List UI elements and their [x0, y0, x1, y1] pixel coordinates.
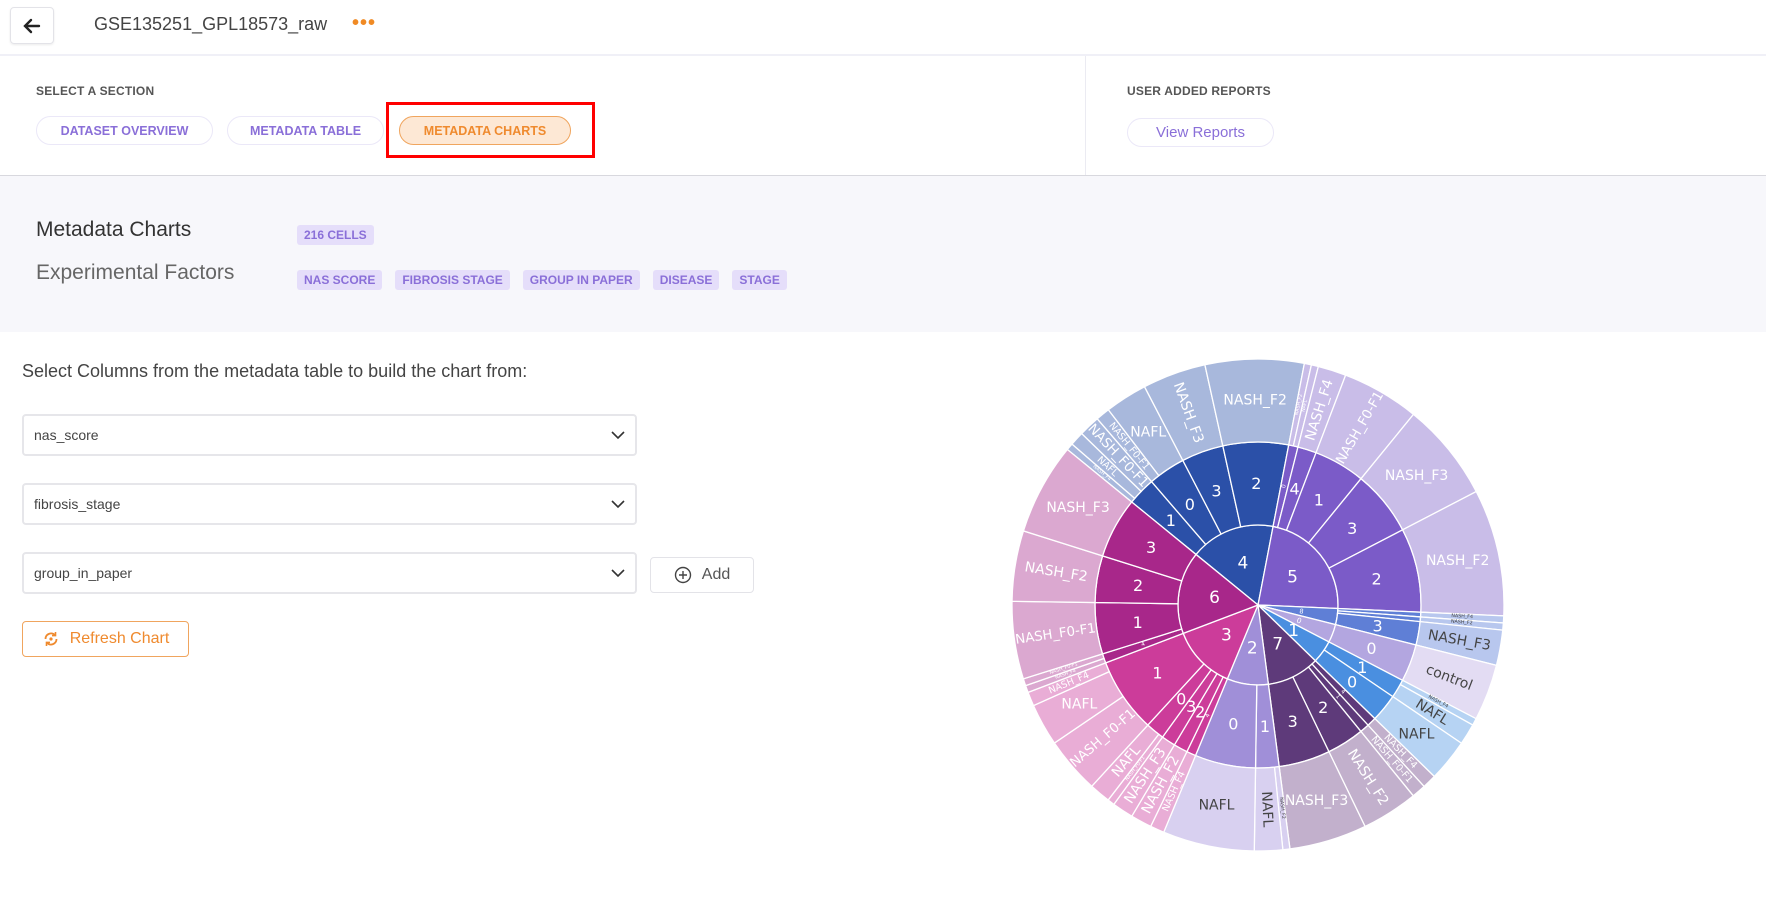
segment-label: 2 [1195, 702, 1205, 721]
column-select-2[interactable]: fibrosis_stage [22, 483, 637, 525]
segment-label: NAFL [1258, 791, 1276, 828]
segment-label: 3 [1146, 538, 1156, 557]
tab-metadata-table[interactable]: METADATA TABLE [227, 116, 384, 145]
cells-badge: 216 CELLS [297, 225, 374, 245]
segment-label: 1 [1357, 658, 1367, 677]
back-button[interactable] [10, 7, 54, 44]
ellipsis-icon[interactable]: ••• [352, 12, 376, 35]
segment-label: NASH_F2 [1426, 553, 1489, 569]
factor-badge: STAGE [732, 270, 787, 290]
segment-label: 3 [1373, 617, 1383, 636]
column-select-3[interactable]: group_in_paper [22, 552, 637, 594]
factor-badge: DISEASE [652, 270, 720, 290]
segment-label: 3 [1211, 481, 1221, 500]
arrow-left-icon [23, 18, 41, 33]
plus-circle-icon [674, 566, 691, 584]
segment-label: 2 [1251, 474, 1261, 493]
reports-label: USER ADDED REPORTS [1127, 84, 1271, 98]
add-label: Add [701, 566, 731, 583]
factor-badge: GROUP IN PAPER [522, 270, 640, 290]
segment-label: NAFL [1130, 424, 1166, 440]
segment-label: NASH_F3 [1385, 468, 1448, 484]
segment-label: 4 [1238, 554, 1249, 574]
builder-prompt: Select Columns from the metadata table t… [22, 361, 528, 381]
column-select-1[interactable]: nas_score [22, 414, 637, 456]
segment-label: 4 [1290, 480, 1300, 499]
dataset-title: GSE135251_GPL18573_raw [94, 14, 328, 34]
segment-label: 0 [1185, 495, 1195, 514]
segment-label: NAFL [1399, 726, 1435, 742]
segment-label: 2 [1133, 576, 1143, 595]
segment-label: 6 [1209, 588, 1220, 608]
segment-label: 3 [1221, 626, 1232, 646]
segment-label: 1 [1314, 490, 1324, 509]
segment-label: 0 [1228, 714, 1238, 733]
factor-badge: FIBROSIS STAGE [395, 270, 510, 290]
segment-label: 1 [1260, 717, 1270, 736]
segment-label: 0 [1176, 690, 1186, 709]
factor-badge: NAS SCORE [297, 270, 383, 290]
segment-label: 2 [1372, 569, 1382, 588]
select-value: nas_score [34, 427, 99, 443]
summary-panel [0, 175, 1766, 332]
segment-label: 2 [1318, 698, 1328, 717]
segment-label: NASH_F3 [1046, 500, 1109, 516]
segment-label: 1 [1133, 613, 1143, 632]
segment-label: 5 [1287, 568, 1298, 588]
add-column-button[interactable]: Add [650, 557, 754, 593]
refresh-label: Refresh Chart [69, 630, 170, 647]
page-title: Metadata Charts [36, 218, 192, 241]
segment-label: 1 [1288, 621, 1299, 641]
segment-label: 3 [1288, 712, 1298, 731]
segment-label: 1 [1166, 511, 1176, 530]
segment-label: 0 [1366, 639, 1376, 658]
segment-label: 1 [1152, 664, 1162, 683]
refresh-chart-button[interactable]: Refresh Chart [22, 621, 189, 657]
segment-label: NASH_F2 [1223, 393, 1286, 409]
factor-badges: NAS SCORE FIBROSIS STAGE GROUP IN PAPER … [297, 270, 787, 290]
segment-label: NAFL [1061, 697, 1097, 713]
chevron-down-icon [611, 569, 625, 578]
section-label: SELECT A SECTION [36, 84, 155, 98]
divider [1085, 56, 1086, 175]
chevron-down-icon [611, 500, 625, 509]
segment-label: 2 [1247, 639, 1258, 659]
sunburst-chart[interactable]: 41NASH_F4NAFLNASH_F0-F10NASH_F0-F1NAFL3N… [1000, 350, 1520, 870]
chevron-down-icon [611, 431, 625, 440]
select-value: fibrosis_stage [34, 496, 121, 512]
refresh-icon [44, 632, 58, 646]
highlight-box [386, 102, 595, 158]
segment-label: NAFL [1199, 797, 1235, 813]
segment-label: 0 [1347, 672, 1357, 691]
segment-label: 3 [1347, 519, 1357, 538]
factors-title: Experimental Factors [36, 261, 235, 284]
segment-label: NASH_F3 [1285, 793, 1348, 809]
select-value: group_in_paper [34, 565, 133, 581]
segment-label: 7 [1272, 634, 1283, 654]
view-reports-button[interactable]: View Reports [1127, 118, 1274, 147]
tab-dataset-overview[interactable]: DATASET OVERVIEW [36, 116, 213, 145]
segment-label: 3 [1186, 697, 1196, 716]
